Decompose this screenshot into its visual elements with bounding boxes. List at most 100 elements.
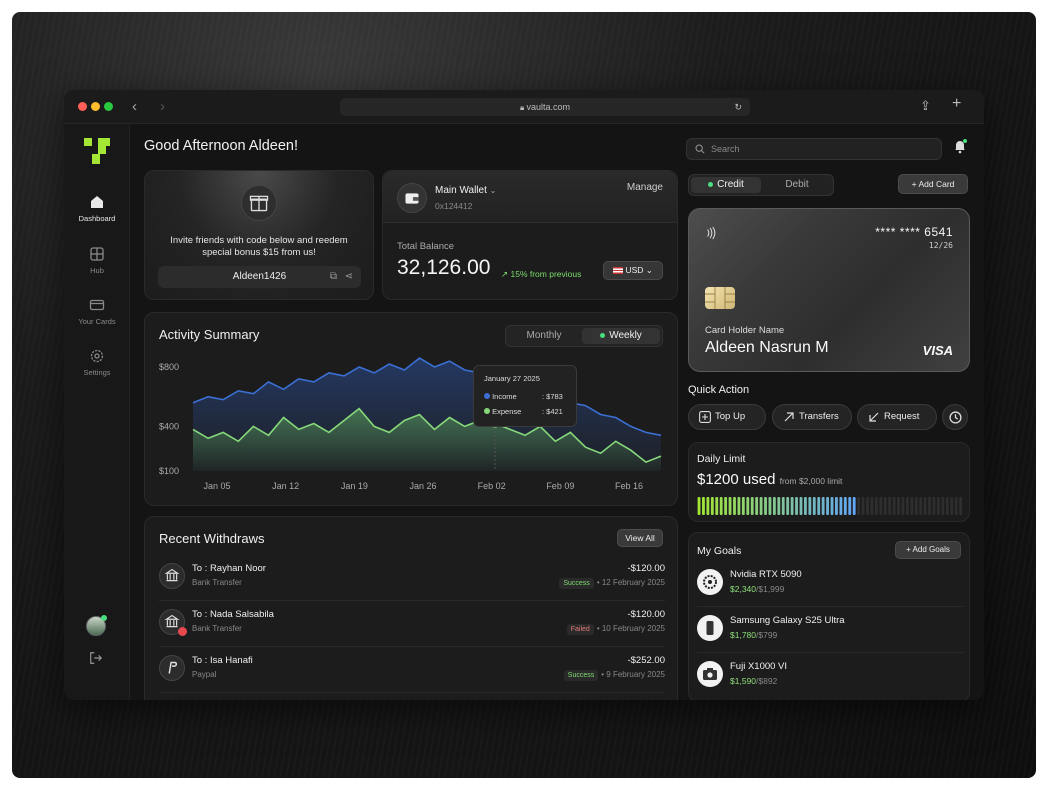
list-item[interactable]: Nvidia RTX 5090 $2,340/$1,999: [697, 561, 963, 607]
forward-arrow-icon[interactable]: ›: [160, 98, 165, 115]
copy-icon[interactable]: ⧉: [330, 266, 337, 288]
active-dot: [708, 181, 714, 187]
browser-titlebar: ‹ › 🔒︎ vaulta.com ↻ ⇪ +: [64, 90, 984, 124]
avatar[interactable]: [86, 615, 107, 636]
list-item[interactable]: Fuji X1000 VI $1,590/$892: [697, 653, 963, 699]
expense-dot: [484, 408, 490, 414]
limit-bar-segment: [874, 497, 878, 515]
tooltip-date: January 27 2025: [484, 374, 540, 383]
limit-bar-segment: [843, 497, 847, 515]
maximize-window-dot[interactable]: [104, 102, 113, 111]
withdraws-title: Recent Withdraws: [159, 531, 265, 546]
tooltip-expense-value: : $421: [542, 407, 563, 416]
limit-bar-segment: [826, 497, 829, 515]
limit-bar-segment: [812, 497, 816, 515]
list-item[interactable]: Samsung Galaxy S25 Ultra $1,780/$799: [697, 607, 963, 653]
withdraw-method: Bank Transfer: [192, 624, 242, 633]
limit-bar-segment: [937, 497, 940, 515]
chart-tooltip: January 27 2025 Income : $783 Expense : …: [473, 365, 577, 427]
limit-bar-segment: [808, 497, 812, 515]
table-row[interactable]: To : Rayhan Noor Bank Transfer -$120.00 …: [159, 555, 665, 601]
daily-limit-title: Daily Limit: [697, 453, 746, 465]
limit-bar-segment: [835, 497, 838, 515]
expense-label: Expense: [492, 407, 522, 416]
search-placeholder: Search: [711, 144, 740, 154]
x-tick-label: Jan 19: [341, 481, 368, 491]
sidebar-item-settings[interactable]: Settings: [64, 348, 130, 377]
close-window-dot[interactable]: [78, 102, 87, 111]
home-icon: [91, 196, 103, 208]
limit-bar-segment: [866, 497, 869, 515]
tooltip-expense-row: Expense: [484, 407, 521, 416]
new-tab-icon[interactable]: +: [952, 95, 961, 113]
sidebar-item-hub[interactable]: Hub: [64, 246, 130, 275]
y-tick-label: $800: [159, 362, 179, 372]
add-card-button[interactable]: + Add Card: [898, 174, 968, 194]
goal-progress: $1,780/$799: [730, 630, 777, 640]
credit-card[interactable]: **** **** 6541 12/26 Card Holder Name Al…: [688, 208, 970, 372]
table-row[interactable]: To : Nada Salsabila Bank Transfer -$120.…: [159, 601, 665, 647]
browser-window: ‹ › 🔒︎ vaulta.com ↻ ⇪ + Dashboard Hub Yo…: [64, 90, 984, 700]
activity-chart[interactable]: $800 $400 $100 Jan 05 Jan 12 Jan 19 Jan 26 Feb …: [145, 353, 679, 507]
tab-credit-label: Credit: [717, 179, 744, 190]
tab-monthly[interactable]: Monthly: [508, 328, 580, 344]
back-arrow-icon[interactable]: ‹: [132, 98, 137, 115]
limit-bar-segment: [777, 497, 781, 515]
limit-bar-segment: [768, 497, 772, 515]
tab-debit[interactable]: Debit: [763, 177, 831, 193]
request-button[interactable]: Request: [857, 404, 937, 430]
withdraw-amount: -$120.00: [627, 609, 665, 620]
sidebar-item-your-cards[interactable]: Your Cards: [64, 297, 130, 326]
phone-icon: [697, 615, 723, 641]
limit-bar-segment: [830, 497, 834, 515]
limit-bar-segment: [870, 497, 874, 515]
share-icon[interactable]: ⇪: [920, 98, 931, 114]
currency-select[interactable]: USD ⌄: [603, 261, 663, 280]
goal-target: /$1,999: [756, 584, 785, 594]
sidebar-item-label: Your Cards: [78, 317, 116, 326]
wallet-selector[interactable]: Main Wallet ⌄: [435, 185, 496, 196]
sidebar-item-dashboard[interactable]: Dashboard: [64, 194, 130, 223]
invite-card: Invite friends with code below and reede…: [144, 170, 374, 300]
card-expiry: 12/26: [928, 241, 953, 250]
manage-wallet-link[interactable]: Manage: [627, 182, 663, 193]
wallet-name: Main Wallet: [435, 185, 487, 196]
share-code-icon[interactable]: ⋖: [345, 266, 353, 288]
transfers-button[interactable]: Transfers: [772, 404, 852, 430]
chevron-down-icon: ⌄: [645, 265, 653, 275]
reload-icon[interactable]: ↻: [734, 98, 742, 116]
tab-credit[interactable]: Credit: [691, 177, 761, 193]
invite-text: Invite friends with code below and reede…: [170, 235, 348, 258]
y-tick-label: $100: [159, 466, 179, 476]
table-row[interactable]: To : Isa Hanafi Paypal -$252.00 Success •…: [159, 647, 665, 693]
minimize-window-dot[interactable]: [91, 102, 100, 111]
limit-bar-segment: [897, 497, 900, 515]
withdraw-method: Bank Transfer: [192, 578, 242, 587]
request-label: Request: [884, 411, 920, 422]
limit-bar-segment: [728, 497, 732, 515]
view-all-button[interactable]: View All: [617, 529, 663, 547]
plus-square-icon: [699, 411, 711, 423]
search-input[interactable]: Search: [686, 138, 942, 160]
limit-bar-segment: [928, 497, 931, 515]
history-button[interactable]: [942, 404, 968, 430]
total-balance-label: Total Balance: [397, 241, 455, 252]
limit-bar-segment: [795, 497, 798, 515]
status-badge: Success: [563, 670, 599, 681]
url-bar[interactable]: 🔒︎ vaulta.com ↻: [340, 98, 750, 116]
top-up-button[interactable]: Top Up: [688, 404, 766, 430]
goal-progress: $1,590/$892: [730, 676, 777, 686]
tooltip-income-row: Income: [484, 392, 517, 401]
limit-bar-segment: [848, 497, 852, 515]
limit-bar-segment: [883, 497, 887, 515]
goal-name: Fuji X1000 VI: [730, 661, 788, 672]
logout-icon[interactable]: [89, 651, 103, 665]
limit-bar-segment: [857, 497, 861, 515]
card-icon: [89, 299, 105, 311]
card-holder-name: Aldeen Nasrun M: [705, 339, 829, 356]
bell-icon[interactable]: [952, 138, 968, 154]
period-toggle: Monthly Weekly: [505, 325, 663, 347]
tab-weekly[interactable]: Weekly: [582, 328, 660, 344]
add-goals-button[interactable]: + Add Goals: [895, 541, 961, 559]
limit-bar-segment: [759, 497, 763, 515]
